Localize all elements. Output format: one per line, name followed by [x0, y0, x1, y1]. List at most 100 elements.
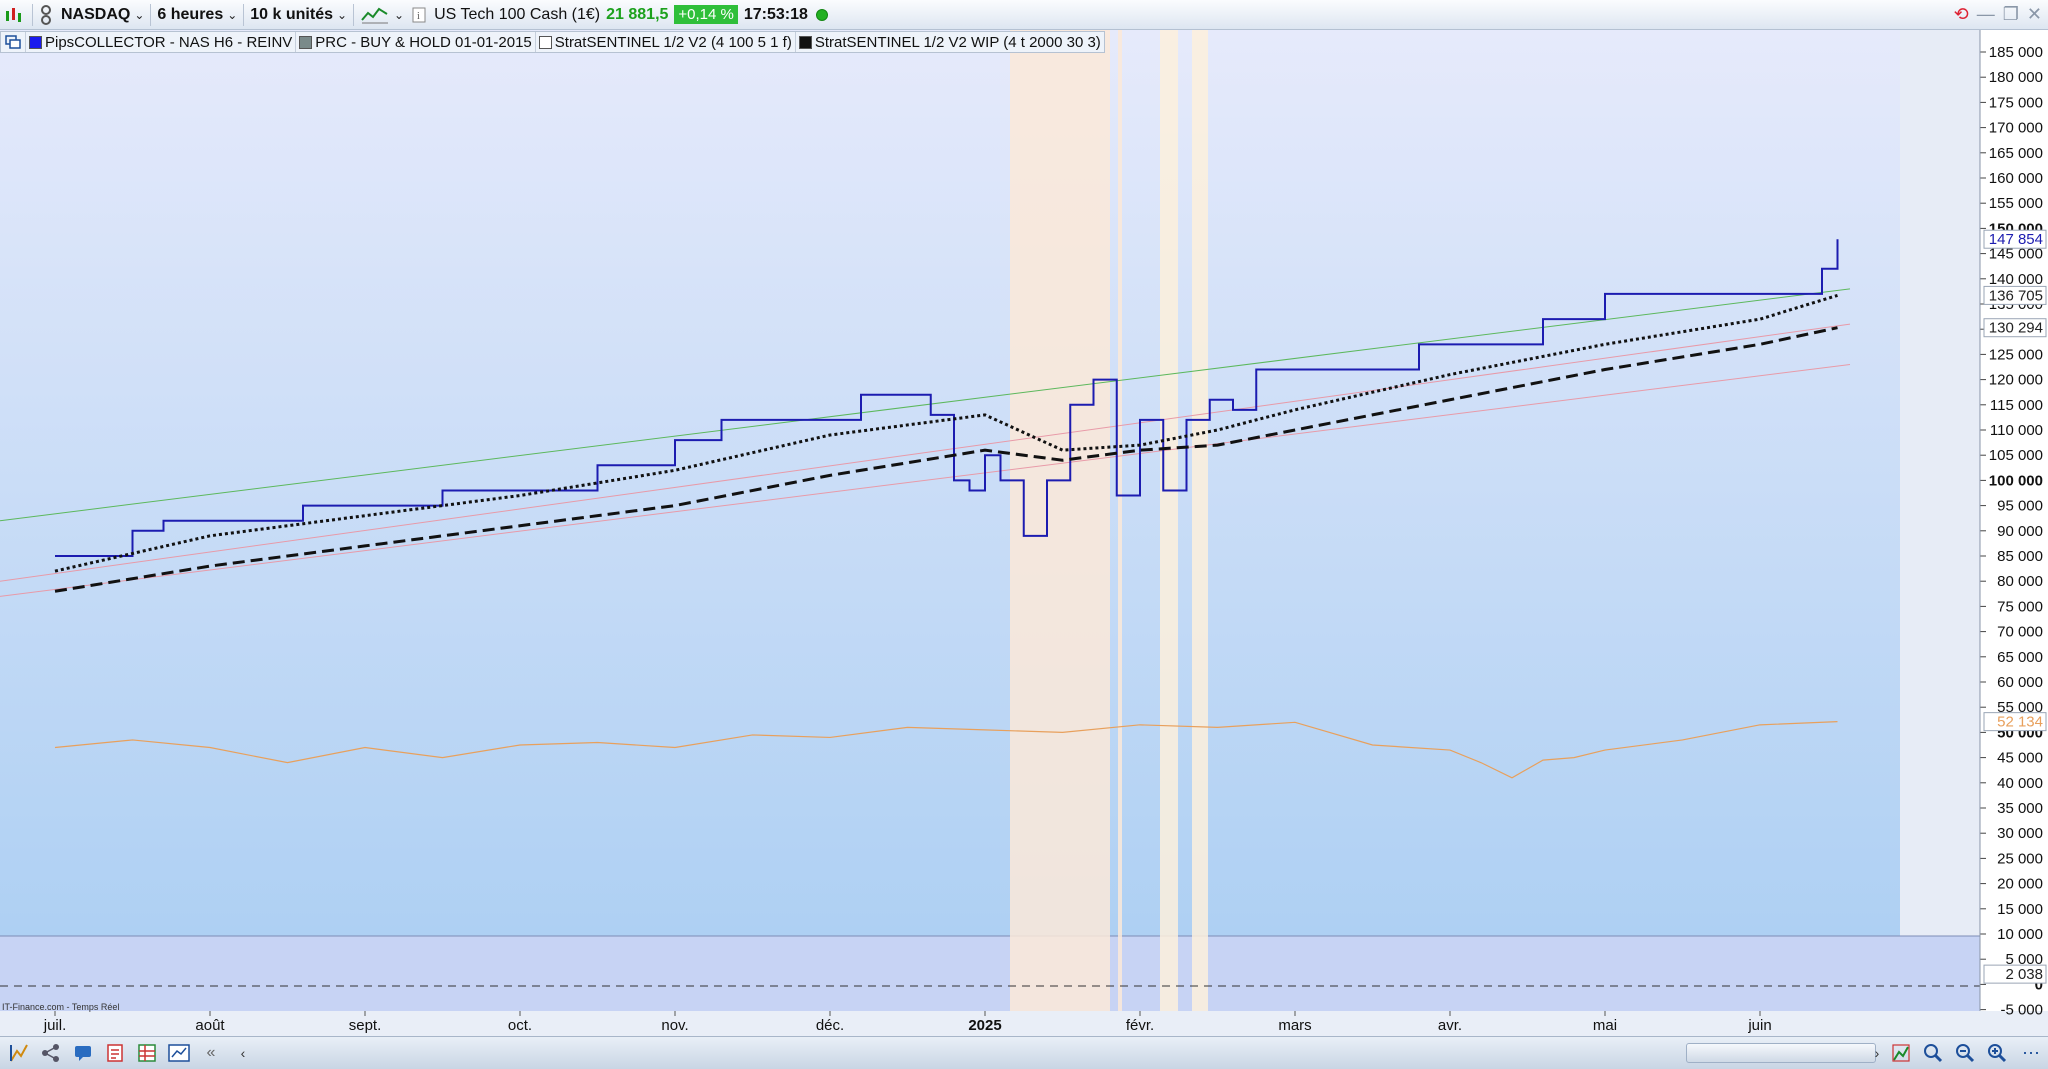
scroll-right-icon[interactable]: ›	[1864, 1040, 1890, 1066]
y-tick-label: 175 000	[1989, 94, 2043, 111]
zoom-in-icon[interactable]	[1984, 1040, 2010, 1066]
zoom-out-icon[interactable]	[1952, 1040, 1978, 1066]
y-tick-label: 85 000	[1997, 548, 2043, 565]
chevron-down-icon: ⌄	[227, 7, 238, 22]
future-area	[1900, 30, 1980, 936]
minimize-icon[interactable]: —	[1977, 4, 1995, 25]
y-tick-label: 10 000	[1997, 926, 2043, 943]
y-tick-label: 155 000	[1989, 195, 2043, 212]
x-tick-label: déc.	[816, 1017, 844, 1034]
ticker-time: 17:53:18	[743, 5, 808, 23]
legend-swatch	[29, 35, 42, 49]
y-tick-label: -5 000	[2000, 1002, 2043, 1019]
legend-label: StratSENTINEL 1/2 V2 (4 100 5 1 f)	[554, 33, 792, 51]
value-tag-label: 136 705	[1989, 287, 2043, 304]
live-status-dot	[815, 8, 828, 21]
units-label: 10 k unités	[250, 5, 333, 23]
info-icon[interactable]: i	[408, 0, 430, 30]
chat-icon[interactable]	[70, 1040, 96, 1066]
y-tick-label: 185 000	[1989, 44, 2043, 61]
y-tick-label: 110 000	[1990, 422, 2043, 439]
highlight-band	[1118, 30, 1122, 1011]
chart-type-icon[interactable]	[0, 0, 30, 30]
legend-menu-icon[interactable]	[1, 32, 26, 52]
legend-label: PRC - BUY & HOLD 01-01-2015	[315, 33, 532, 51]
legend-swatch	[538, 35, 552, 49]
highlight-band	[1192, 30, 1208, 1011]
legend-swatch	[299, 35, 313, 49]
value-tag-label: 147 854	[1989, 231, 2043, 248]
y-tick-label: 160 000	[1989, 170, 2043, 187]
window-chart-icon[interactable]	[166, 1040, 192, 1066]
x-tick-label: avr.	[1438, 1017, 1462, 1034]
legend-item-pipscollector[interactable]: PipsCOLLECTOR - NAS H6 - REINV	[26, 32, 297, 52]
value-tag-label: 52 134	[1997, 714, 2043, 731]
y-tick-label: 45 000	[1997, 750, 2043, 767]
legend-label: PipsCOLLECTOR - NAS H6 - REINV	[45, 33, 293, 51]
y-tick-label: 140 000	[1989, 271, 2043, 288]
indicator-button[interactable]: ⌄	[356, 0, 408, 30]
y-tick-label: 40 000	[1997, 775, 2043, 792]
restore-icon[interactable]: ❐	[2003, 4, 2019, 25]
timeframe-select[interactable]: 6 heures ⌄	[153, 0, 241, 30]
y-tick-label: 120 000	[1989, 372, 2043, 389]
refresh-icon[interactable]: ⟲	[1954, 4, 1969, 25]
x-tick-label: mai	[1593, 1017, 1617, 1034]
share-icon[interactable]	[38, 1040, 64, 1066]
y-tick-label: 165 000	[1989, 145, 2043, 162]
x-tick-label: nov.	[661, 1017, 688, 1034]
ticker-info: US Tech 100 Cash (1€) 21 881,5 +0,14 % 1…	[430, 0, 832, 30]
x-tick-label: févr.	[1126, 1017, 1154, 1034]
toolbar: NASDAQ ⌄ 6 heures ⌄ 10 k unités ⌄ ⌄ i US…	[0, 0, 2048, 30]
legend-item-stratsentinel-wip[interactable]: StratSENTINEL 1/2 V2 WIP (4 t 2000 30 3)	[796, 32, 1104, 52]
auto-scale-icon[interactable]	[1888, 1040, 1914, 1066]
svg-text:i: i	[417, 11, 420, 22]
y-tick-label: 75 000	[1997, 598, 2043, 615]
y-tick-label: 105 000	[1989, 447, 2043, 464]
y-tick-label: 70 000	[1997, 624, 2043, 641]
bottom-toolbar: « ‹ › ⋯	[0, 1036, 2048, 1069]
indicator-icon	[361, 7, 389, 23]
instrument-label: NASDAQ	[61, 5, 131, 23]
y-tick-label: 30 000	[1997, 825, 2043, 842]
y-tick-label: 90 000	[1997, 523, 2043, 540]
x-tick-label: oct.	[508, 1017, 532, 1034]
y-tick-label: 20 000	[1997, 876, 2043, 893]
x-tick-label: sept.	[349, 1017, 382, 1034]
close-icon[interactable]: ✕	[2027, 4, 2042, 25]
instrument-select[interactable]: NASDAQ ⌄	[57, 0, 148, 30]
x-tick-label: août	[195, 1017, 225, 1034]
y-tick-label: 60 000	[1997, 674, 2043, 691]
scroll-left-icon[interactable]: ‹	[230, 1040, 256, 1066]
time-scrollbar[interactable]	[1686, 1043, 1876, 1063]
ticker-price: 21 881,5	[606, 5, 669, 23]
collapse-left-icon[interactable]: «	[198, 1040, 224, 1066]
zoom-fit-icon[interactable]	[1920, 1040, 1946, 1066]
value-tag-label: 2 038	[2005, 966, 2043, 983]
legend-item-stratsentinel[interactable]: StratSENTINEL 1/2 V2 (4 100 5 1 f)	[536, 32, 796, 52]
units-select[interactable]: 10 k unités ⌄	[246, 0, 351, 30]
x-tick-label: mars	[1278, 1017, 1311, 1034]
link-icon[interactable]	[35, 0, 57, 30]
orders-icon[interactable]	[102, 1040, 128, 1066]
chevron-down-icon: ⌄	[336, 7, 348, 22]
y-tick-label: 100 000	[1989, 472, 2043, 489]
highlight-band	[1010, 30, 1110, 1011]
x-tick-label: juil.	[43, 1017, 67, 1034]
more-options-icon[interactable]: ⋯	[2018, 1040, 2044, 1066]
chart-canvas[interactable]: 185 000 180 000 175 000 170 000 165 000 160 0…	[0, 0, 2048, 1036]
y-tick-label: 15 000	[1997, 901, 2043, 918]
y-tick-label: 180 000	[1989, 69, 2043, 86]
legend-item-buy-hold[interactable]: PRC - BUY & HOLD 01-01-2015	[296, 32, 536, 52]
highlight-band	[1160, 30, 1178, 1011]
y-tick-label: 125 000	[1989, 346, 2043, 363]
x-tick-label: 2025	[968, 1017, 1001, 1034]
y-tick-label: 65 000	[1997, 649, 2043, 666]
ticker-change-badge: +0,14 %	[674, 5, 738, 24]
portfolio-icon[interactable]	[134, 1040, 160, 1066]
draw-tool-icon[interactable]	[6, 1040, 32, 1066]
y-tick-label: 170 000	[1989, 120, 2043, 137]
y-tick-label: 25 000	[1997, 850, 2043, 867]
y-tick-label: 95 000	[1997, 498, 2043, 515]
chevron-down-icon: ⌄	[134, 7, 145, 22]
